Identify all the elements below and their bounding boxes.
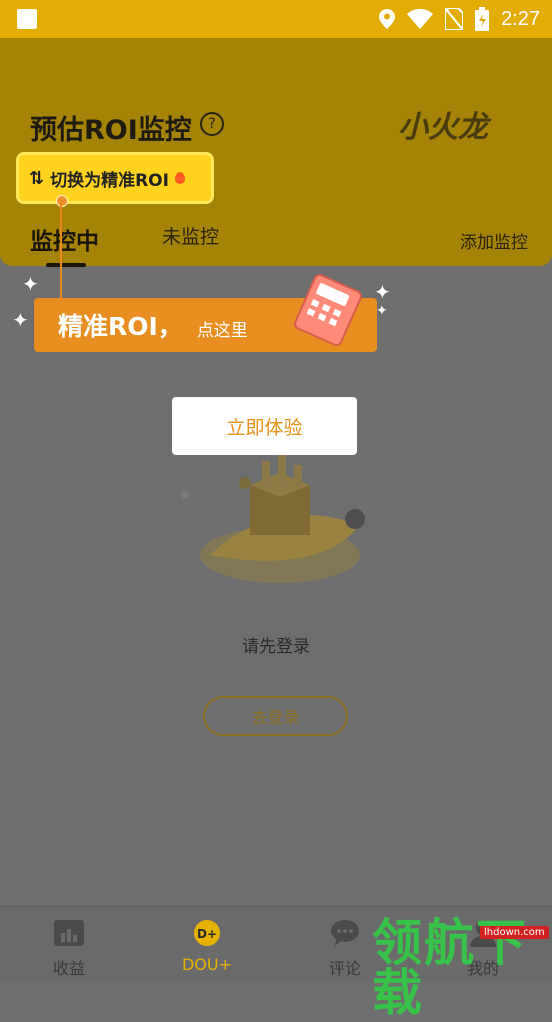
status-bar: 2:27 (0, 0, 552, 38)
nav-label-income: 收益 (52, 959, 85, 978)
tab-not-monitoring[interactable]: 未监控 (162, 222, 219, 249)
wifi-icon (407, 9, 434, 29)
nav-item-income[interactable]: 收益 (14, 907, 124, 982)
sparkle-icon: ✦ (376, 303, 388, 319)
active-tab-indicator (46, 263, 86, 267)
brand-logo: 小火龙 (398, 110, 488, 145)
swap-icon: ⇅ (29, 167, 45, 189)
watermark-url: lhdown.com (480, 926, 549, 939)
header-panel: 预估ROI监控 ? 小火龙 ⇅ 切换为精准ROI 监控中 未监控 添加监控 (0, 38, 552, 267)
flame-icon (174, 172, 185, 184)
svg-text:D+: D+ (197, 927, 217, 941)
empty-box-illustration (181, 455, 365, 583)
switch-roi-label: 切换为精准ROI (50, 170, 169, 191)
notification-icon (17, 9, 37, 29)
tab-monitoring[interactable]: 监控中 (30, 222, 99, 256)
dou-plus-icon: D+ (194, 920, 220, 946)
page-title: 预估ROI监控 (30, 115, 192, 146)
sparkle-icon: ✦ (12, 308, 29, 332)
go-login-button[interactable]: 去登录 (203, 696, 348, 736)
sparkle-icon: ✦ (22, 272, 39, 296)
nav-item-dou-plus[interactable]: D+ DOU+ (152, 907, 262, 982)
chart-icon (54, 920, 84, 946)
switch-roi-button[interactable]: ⇅ 切换为精准ROI (16, 152, 214, 204)
tooltip-main-text: 精准ROI， (58, 312, 183, 341)
add-monitor-link[interactable]: 添加监控 (460, 228, 528, 253)
try-now-button[interactable]: 立即体验 (172, 397, 357, 455)
location-icon (379, 9, 396, 29)
clock-time: 2:27 (501, 7, 540, 30)
no-sim-icon (445, 8, 464, 30)
login-prompt-text: 请先登录 (242, 637, 310, 657)
battery-icon (475, 7, 490, 31)
tooltip-sub-text: 点这里 (196, 320, 248, 341)
guide-connector-line (60, 200, 62, 298)
help-icon[interactable]: ? (200, 112, 224, 136)
nav-label-dou-plus: DOU+ (181, 955, 233, 974)
guide-connector-dot (56, 195, 68, 207)
comment-icon (331, 920, 359, 946)
